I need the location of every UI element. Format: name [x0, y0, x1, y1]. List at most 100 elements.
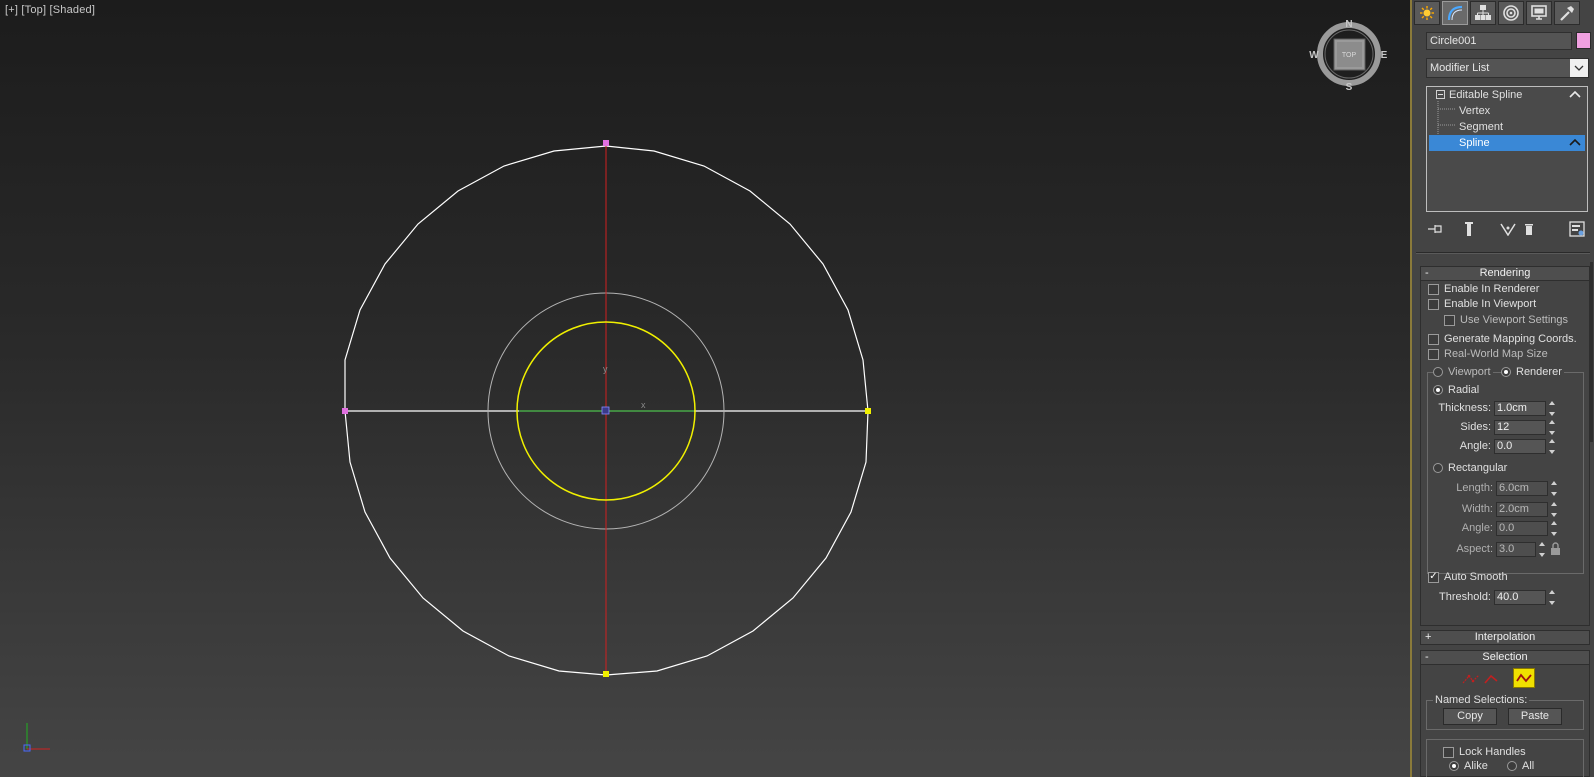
aspect-spinner[interactable]: [1538, 541, 1547, 557]
vertex-mode-icon[interactable]: [1461, 671, 1483, 687]
lock-icon[interactable]: [1550, 542, 1561, 556]
vertex-left[interactable]: [342, 408, 348, 414]
rect-angle-input[interactable]: 0.0: [1496, 520, 1548, 536]
modify-tab[interactable]: [1442, 1, 1468, 25]
viewcube[interactable]: TOP N S E W: [1309, 19, 1387, 93]
checkbox-box[interactable]: [1444, 314, 1455, 326]
remove-modifier-button[interactable]: [1520, 220, 1538, 238]
pivot-marker[interactable]: [601, 406, 610, 415]
stack-item-label: Segment: [1459, 121, 1504, 133]
viewcube-face-label: TOP: [1342, 52, 1357, 59]
width-row: Width: 2.0cm: [1429, 501, 1559, 517]
viewport-radio[interactable]: Viewport: [1433, 366, 1493, 378]
checkbox-box[interactable]: [1428, 283, 1439, 295]
modifier-stack[interactable]: Editable Spline Vertex Segment Spline: [1426, 86, 1588, 212]
aspect-input[interactable]: 3.0: [1496, 541, 1536, 557]
show-end-result-button[interactable]: [1460, 220, 1478, 238]
pin-icon: [1428, 225, 1442, 233]
radio-dot[interactable]: [1433, 463, 1443, 473]
checkbox-box[interactable]: [1443, 746, 1454, 758]
viewport-top[interactable]: [+] [Top] [Shaded] y x TOP N S E W: [0, 0, 1410, 777]
threshold-spinner[interactable]: [1548, 589, 1557, 605]
auto-smooth-checkbox[interactable]: ✓ Auto Smooth: [1428, 571, 1508, 583]
motion-icon: [1503, 5, 1519, 21]
enable-in-renderer-checkbox[interactable]: Enable In Renderer: [1428, 283, 1539, 295]
radio-dot[interactable]: [1501, 367, 1511, 377]
vertex-bottom[interactable]: [603, 671, 609, 677]
radio-label: Radial: [1448, 384, 1480, 396]
copy-button[interactable]: Copy: [1443, 708, 1497, 725]
panel-scrollbar[interactable]: [1590, 262, 1593, 442]
hammer-icon: [1560, 6, 1574, 21]
chevron-up-icon: [1569, 139, 1581, 146]
radio-dot[interactable]: [1449, 761, 1459, 771]
checkbox-label: Generate Mapping Coords.: [1444, 333, 1577, 345]
configure-modifier-sets-button[interactable]: [1568, 220, 1586, 238]
thickness-spinner[interactable]: [1548, 400, 1557, 416]
renderer-radio[interactable]: Renderer: [1501, 366, 1564, 378]
checkbox-box[interactable]: [1428, 333, 1439, 345]
width-spinner[interactable]: [1550, 501, 1559, 517]
real-world-map-size-checkbox[interactable]: Real-World Map Size: [1428, 348, 1548, 360]
sides-input[interactable]: 12: [1494, 419, 1546, 435]
checkbox-box[interactable]: [1428, 298, 1439, 310]
all-radio[interactable]: All: [1507, 760, 1534, 772]
checkbox-box[interactable]: [1428, 348, 1439, 360]
paste-button[interactable]: Paste: [1508, 708, 1562, 725]
stack-item-vertex[interactable]: Vertex: [1429, 103, 1585, 119]
stack-item-spline[interactable]: Spline: [1429, 135, 1585, 151]
radio-dot[interactable]: [1507, 761, 1517, 771]
spline-mode-button[interactable]: [1513, 668, 1535, 688]
collapse-box-icon[interactable]: [1436, 90, 1445, 99]
angle-input[interactable]: 0.0: [1494, 438, 1546, 454]
rendering-rollout-header[interactable]: - Rendering: [1420, 266, 1590, 281]
display-tab[interactable]: [1526, 1, 1552, 25]
chevron-down-icon[interactable]: [1570, 59, 1588, 77]
collapse-toggle[interactable]: -: [1425, 267, 1429, 280]
motion-tab[interactable]: [1498, 1, 1524, 25]
checkbox-box[interactable]: ✓: [1428, 571, 1439, 583]
rect-angle-spinner[interactable]: [1550, 520, 1559, 536]
radial-radio[interactable]: Radial: [1433, 384, 1479, 396]
length-spinner[interactable]: [1550, 480, 1559, 496]
rectangular-radio[interactable]: Rectangular: [1433, 462, 1507, 474]
sides-spinner[interactable]: [1548, 419, 1557, 435]
end-result-icon: [1465, 222, 1473, 236]
stack-item-segment[interactable]: Segment: [1429, 119, 1585, 135]
object-name-field[interactable]: Circle001: [1426, 32, 1572, 50]
lock-handles-checkbox[interactable]: Lock Handles: [1443, 746, 1526, 758]
angle-spinner[interactable]: [1548, 438, 1557, 454]
utilities-tab[interactable]: [1554, 1, 1580, 25]
threshold-input[interactable]: 40.0: [1494, 589, 1546, 605]
enable-in-viewport-checkbox[interactable]: Enable In Viewport: [1428, 298, 1536, 310]
length-row: Length: 6.0cm: [1429, 480, 1559, 496]
thickness-input[interactable]: 1.0cm: [1494, 400, 1546, 416]
width-input[interactable]: 2.0cm: [1496, 501, 1548, 517]
object-color-swatch[interactable]: [1576, 32, 1591, 49]
radio-label: Renderer: [1516, 366, 1562, 378]
segment-mode-icon[interactable]: [1483, 671, 1499, 687]
alike-radio[interactable]: Alike: [1449, 760, 1488, 772]
pin-stack-button[interactable]: [1426, 220, 1444, 238]
expand-toggle[interactable]: +: [1425, 631, 1431, 644]
hierarchy-icon: [1475, 5, 1491, 20]
vertex-top[interactable]: [603, 140, 609, 146]
length-input[interactable]: 6.0cm: [1496, 480, 1548, 496]
radio-dot[interactable]: [1433, 367, 1443, 377]
radio-dot[interactable]: [1433, 385, 1443, 395]
angle-row: Angle: 0.0: [1429, 438, 1557, 454]
compass-south: S: [1346, 82, 1353, 93]
world-axis-tripod: [23, 723, 50, 752]
use-viewport-settings-checkbox[interactable]: Use Viewport Settings: [1444, 314, 1568, 326]
interpolation-rollout-header[interactable]: + Interpolation: [1420, 630, 1590, 645]
collapse-toggle[interactable]: -: [1425, 651, 1429, 664]
make-unique-button[interactable]: [1499, 220, 1517, 238]
modifier-list-dropdown[interactable]: Modifier List: [1426, 58, 1589, 78]
create-tab[interactable]: [1414, 1, 1440, 25]
hierarchy-tab[interactable]: [1470, 1, 1496, 25]
selection-rollout-header[interactable]: - Selection: [1420, 650, 1590, 665]
vertex-right[interactable]: [865, 408, 871, 414]
generate-mapping-checkbox[interactable]: Generate Mapping Coords.: [1428, 333, 1577, 345]
viewport-canvas[interactable]: y x TOP N S E W: [0, 0, 1410, 777]
radio-label: Rectangular: [1448, 462, 1508, 474]
